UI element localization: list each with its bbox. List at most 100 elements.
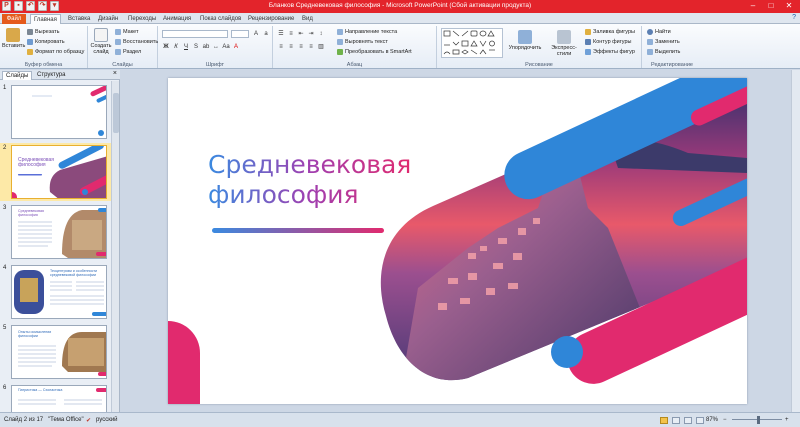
- grow-font-icon[interactable]: A: [252, 30, 260, 38]
- thumbnail-preview: Средневековая философия: [11, 145, 107, 199]
- paragraph-group-label: Абзац: [346, 62, 363, 68]
- minimize-button[interactable]: –: [744, 0, 762, 12]
- section-button[interactable]: Раздел: [115, 49, 141, 55]
- slide-title[interactable]: Средневековая философия: [208, 150, 411, 210]
- slide-thumbnail-5[interactable]: 5 Опыты осмыслении философии: [0, 323, 112, 381]
- ribbon-tabs: Файл Главная Вставка Дизайн Переходы Ани…: [0, 13, 800, 24]
- slideshow-icon[interactable]: [696, 417, 704, 424]
- layout-button[interactable]: Макет: [115, 29, 139, 35]
- shadow-icon[interactable]: S: [192, 43, 200, 51]
- zoom-in-icon[interactable]: +: [785, 417, 789, 423]
- text-direction-button[interactable]: Направление текста: [337, 29, 397, 35]
- strikethrough-icon[interactable]: ab: [202, 43, 210, 51]
- slide-canvas[interactable]: Средневековая философия: [168, 78, 747, 404]
- shape-fill-button[interactable]: Заливка фигуры: [585, 29, 635, 35]
- quick-styles-button[interactable]: Экспресс-стили: [545, 30, 583, 57]
- close-panel-icon[interactable]: ×: [113, 70, 117, 77]
- tab-review[interactable]: Рецензирование: [248, 14, 294, 24]
- thumbnail-4-art: [14, 270, 106, 316]
- arrange-icon: [518, 30, 532, 44]
- align-left-icon[interactable]: ≡: [277, 43, 285, 51]
- thumbnail-6-art: [18, 388, 106, 405]
- reading-view-icon[interactable]: [684, 417, 692, 424]
- case-icon[interactable]: Aa: [222, 43, 230, 51]
- language-indicator[interactable]: русский: [96, 417, 118, 423]
- paste-button[interactable]: Вставить: [2, 28, 25, 49]
- tab-view[interactable]: Вид: [302, 14, 313, 24]
- shape-effects-button[interactable]: Эффекты фигур: [585, 49, 635, 55]
- select-button[interactable]: Выделить: [647, 49, 680, 55]
- shrink-font-icon[interactable]: a: [262, 30, 270, 38]
- zoom-level[interactable]: 87%: [706, 417, 718, 423]
- tab-animation[interactable]: Анимация: [163, 14, 191, 24]
- slide-sorter-icon[interactable]: [672, 417, 680, 424]
- maximize-button[interactable]: □: [762, 0, 780, 12]
- new-slide-button[interactable]: Создать слайд: [90, 28, 112, 55]
- normal-view-icon[interactable]: [660, 417, 668, 424]
- slides-group-label: Слайды: [112, 62, 133, 68]
- spellcheck-icon[interactable]: ✔: [86, 417, 91, 424]
- align-text-button[interactable]: Выровнять текст: [337, 39, 388, 45]
- slide-thumbnail-4[interactable]: 4 Теоцентризм и особенности средневеково…: [0, 263, 112, 321]
- format-painter-button[interactable]: Формат по образцу: [27, 49, 84, 55]
- slide-title-line-1: Средневековая: [208, 150, 412, 179]
- effects-icon: [585, 49, 591, 55]
- tab-outline-panel[interactable]: Структура: [34, 71, 68, 80]
- slide-thumbnail-2[interactable]: 2 Средневековая философия: [0, 143, 112, 201]
- align-center-icon[interactable]: ≡: [287, 43, 295, 51]
- font-family-combo[interactable]: [162, 30, 228, 38]
- thumbnail-number: 6: [3, 385, 7, 391]
- slide-thumbnail-6[interactable]: 6 Патристика — Схоластика: [0, 383, 112, 412]
- copy-button[interactable]: Копировать: [27, 39, 65, 45]
- indent-increase-icon[interactable]: ⇥: [307, 30, 315, 38]
- indent-decrease-icon[interactable]: ⇤: [297, 30, 305, 38]
- bullets-icon[interactable]: ☰: [277, 30, 285, 38]
- zoom-slider-thumb[interactable]: [757, 416, 760, 424]
- underline-icon[interactable]: Ч: [182, 43, 190, 51]
- align-right-icon[interactable]: ≡: [297, 43, 305, 51]
- tab-slideshow[interactable]: Показ слайдов: [200, 14, 241, 24]
- fill-icon: [585, 29, 591, 35]
- smartart-button[interactable]: Преобразовать в SmartArt: [337, 49, 412, 55]
- cut-button[interactable]: Вырезать: [27, 29, 59, 35]
- font-size-combo[interactable]: [231, 30, 249, 38]
- arrange-button[interactable]: Упорядочить: [507, 30, 543, 51]
- brush-icon: [27, 49, 33, 55]
- close-button[interactable]: ✕: [780, 0, 798, 12]
- tab-slides-panel[interactable]: Слайды: [2, 71, 33, 80]
- replace-button[interactable]: Заменить: [647, 39, 680, 45]
- help-icon[interactable]: ?: [792, 14, 796, 21]
- line-spacing-icon[interactable]: ↕: [317, 30, 325, 38]
- tab-home[interactable]: Главная: [30, 14, 61, 24]
- columns-icon[interactable]: ▥: [317, 43, 325, 51]
- numbering-icon[interactable]: ≡: [287, 30, 295, 38]
- scissors-icon: [27, 29, 33, 35]
- tab-file[interactable]: Файл: [2, 14, 26, 24]
- slide-thumbnail-1[interactable]: 1: [0, 83, 112, 141]
- reset-button[interactable]: Восстановить: [115, 39, 158, 45]
- zoom-out-icon[interactable]: −: [723, 417, 727, 423]
- title-underline: [212, 228, 384, 233]
- thumbnail-scrollbar[interactable]: [111, 81, 119, 412]
- editing-group: Найти Заменить Выделить Редактирование: [642, 26, 702, 68]
- pink-corner-shape: [168, 321, 200, 404]
- editing-group-label: Редактирование: [651, 62, 693, 68]
- tab-transitions[interactable]: Переходы: [128, 14, 156, 24]
- shape-outline-button[interactable]: Контур фигуры: [585, 39, 631, 45]
- tab-insert[interactable]: Вставка: [68, 14, 90, 24]
- reset-icon: [115, 39, 121, 45]
- thumbnail-scrollbar-thumb[interactable]: [113, 93, 119, 133]
- section-icon: [115, 49, 121, 55]
- bold-icon[interactable]: Ж: [162, 43, 170, 51]
- justify-icon[interactable]: ≡: [307, 43, 315, 51]
- thumbnail-preview: Теоцентризм и особенности средневековой …: [11, 265, 107, 319]
- editor-scrollbar[interactable]: [791, 70, 800, 412]
- find-button[interactable]: Найти: [647, 29, 671, 35]
- shapes-gallery[interactable]: [441, 28, 503, 58]
- slide-thumbnail-3[interactable]: 3 Средневековая философия: [0, 203, 112, 261]
- tab-design[interactable]: Дизайн: [98, 14, 118, 24]
- italic-icon[interactable]: К: [172, 43, 180, 51]
- thumbnail-number: 5: [3, 325, 7, 331]
- font-color-icon[interactable]: A: [232, 43, 240, 51]
- spacing-icon[interactable]: ↔: [212, 43, 220, 51]
